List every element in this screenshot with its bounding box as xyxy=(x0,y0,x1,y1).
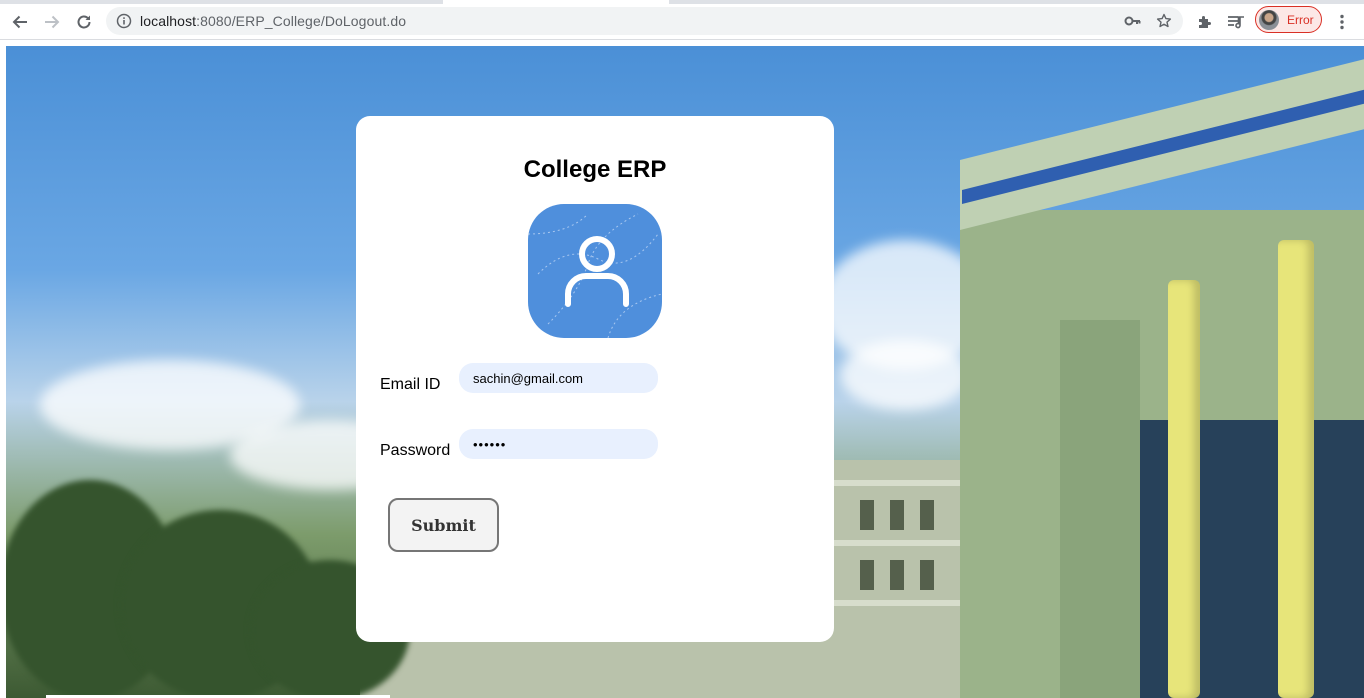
back-button[interactable] xyxy=(7,9,33,35)
key-icon[interactable] xyxy=(1124,13,1142,29)
background-cloud xyxy=(840,340,970,410)
password-field[interactable] xyxy=(459,429,658,459)
forward-button[interactable] xyxy=(39,9,65,35)
page-left-margin xyxy=(0,40,6,698)
queue-music-icon xyxy=(1228,16,1244,29)
email-label: Email ID xyxy=(380,376,441,393)
password-label: Password xyxy=(380,442,451,459)
arrow-right-icon xyxy=(45,15,60,29)
reading-list-button[interactable] xyxy=(1223,9,1249,35)
puzzle-icon xyxy=(1199,16,1211,28)
avatar xyxy=(1259,10,1279,30)
background-tower xyxy=(1060,320,1140,698)
arrow-left-icon xyxy=(12,15,27,29)
url-text[interactable]: localhost:8080/ERP_College/DoLogout.do xyxy=(140,13,406,29)
kebab-menu-icon xyxy=(1340,14,1344,30)
page-top-margin xyxy=(0,40,1364,46)
submit-button[interactable]: Submit xyxy=(388,498,499,552)
address-bar[interactable]: localhost:8080/ERP_College/DoLogout.do xyxy=(106,7,1183,35)
extensions-button[interactable] xyxy=(1192,9,1218,35)
reload-icon xyxy=(77,15,91,29)
info-icon[interactable] xyxy=(116,13,132,29)
browser-toolbar: localhost:8080/ERP_College/DoLogout.do E… xyxy=(0,4,1364,40)
email-field[interactable] xyxy=(459,363,658,393)
url-path: :8080/ERP_College/DoLogout.do xyxy=(196,13,407,29)
building-pillar xyxy=(1278,240,1314,698)
page-background: College ERP Email ID Password Submit xyxy=(0,40,1364,698)
browser-menu-button[interactable] xyxy=(1329,9,1355,35)
profile-error-chip[interactable]: Error xyxy=(1255,6,1322,33)
url-host: localhost xyxy=(140,13,197,29)
user-avatar-graphic xyxy=(528,213,662,338)
profile-status-label: Error xyxy=(1287,13,1314,27)
login-card: College ERP Email ID Password Submit xyxy=(356,116,834,642)
reload-button[interactable] xyxy=(71,9,97,35)
user-icon xyxy=(528,204,662,338)
building-pillar xyxy=(1168,280,1200,698)
star-icon[interactable] xyxy=(1156,13,1172,29)
page-title: College ERP xyxy=(523,156,667,183)
